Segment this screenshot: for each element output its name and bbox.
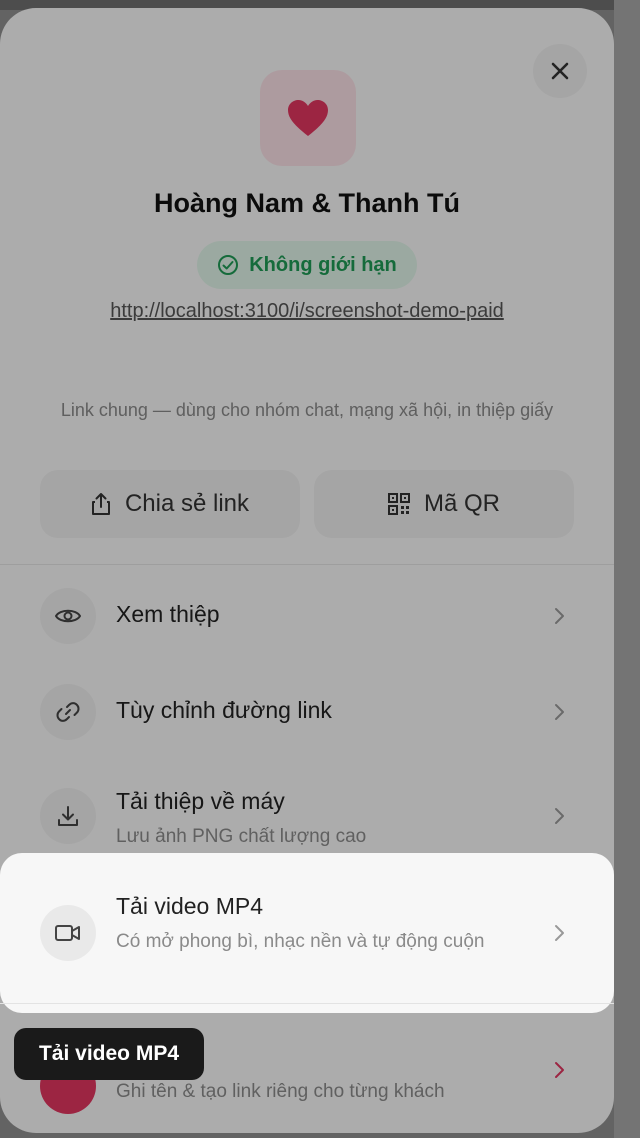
chevron-right-icon <box>555 808 564 824</box>
chevron-right-icon <box>555 1062 564 1078</box>
menu-item-view-card[interactable]: Xem thiệp <box>0 588 614 644</box>
menu-item-label: Tải video MP4 <box>116 893 264 919</box>
menu-icon-wrap <box>40 905 96 961</box>
share-description: Link chung — dùng cho nhóm chat, mạng xã… <box>60 400 554 420</box>
dialog-title: Hoàng Nam & Thanh Tú <box>154 188 460 218</box>
status-badge-label: Không giới hạn <box>249 253 397 276</box>
row-divider <box>0 1003 614 1004</box>
menu-item-label: Tùy chỉnh đường link <box>116 697 332 723</box>
tooltip: Tải video MP4 <box>14 1028 204 1080</box>
section-divider <box>0 564 614 565</box>
qr-code-button[interactable]: Mã QR <box>314 470 574 538</box>
card-logo <box>260 70 356 166</box>
menu-item-label: Xem thiệp <box>116 601 220 627</box>
close-icon <box>551 62 569 80</box>
card-url-link[interactable]: http://localhost:3100/i/screenshot-demo-… <box>0 300 614 323</box>
backdrop-side <box>614 0 640 1138</box>
menu-item-label: Tải thiệp về máy <box>116 788 285 814</box>
status-badge: Không giới hạn <box>197 241 417 289</box>
eye-icon <box>55 609 81 623</box>
menu-item-subtitle: Lưu ảnh PNG chất lượng cao <box>116 826 367 847</box>
chevron-right-icon <box>555 925 564 941</box>
menu-item-custom-link[interactable]: Tùy chỉnh đường link <box>0 684 614 740</box>
share-link-label: Chia sẻ link <box>124 490 250 517</box>
chevron-right-icon <box>555 608 564 624</box>
download-icon <box>58 806 78 826</box>
menu-item-download-video[interactable]: Tải video MP4 Có mở phong bì, nhạc nền v… <box>0 853 614 1013</box>
menu-icon-wrap <box>40 788 96 844</box>
share-icon <box>91 493 110 515</box>
video-icon <box>55 925 80 941</box>
chevron-right-icon <box>555 704 564 720</box>
menu-item-download-card[interactable]: Tải thiệp về máy Lưu ảnh PNG chất lượng … <box>0 780 614 850</box>
share-actions: Chia sẻ link Mã QR <box>40 470 574 538</box>
qr-code-icon <box>387 493 410 515</box>
qr-code-label: Mã QR <box>423 490 500 517</box>
check-circle-icon <box>218 255 239 275</box>
menu-icon-wrap <box>40 588 96 644</box>
heart-icon <box>288 100 328 136</box>
menu-item-subtitle: Có mở phong bì, nhạc nền và tự động cuộn <box>116 931 485 952</box>
close-button[interactable] <box>533 44 587 98</box>
link-icon <box>56 702 80 722</box>
menu-item-subtitle: Ghi tên & tạo link riêng cho từng khách <box>116 1081 445 1102</box>
menu-icon-wrap <box>40 684 96 740</box>
share-link-button[interactable]: Chia sẻ link <box>40 470 300 538</box>
